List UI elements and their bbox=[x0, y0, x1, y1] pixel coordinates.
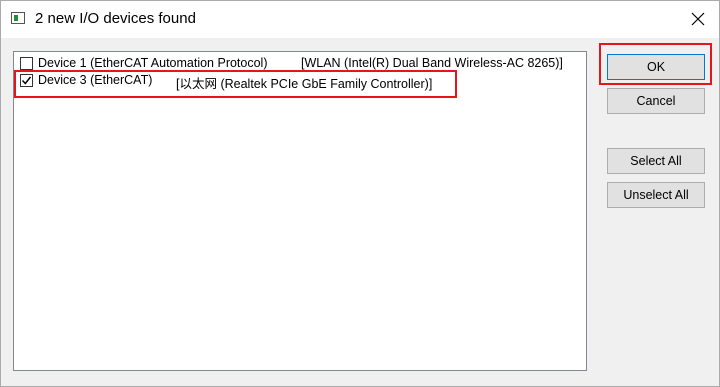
close-button[interactable] bbox=[685, 7, 711, 31]
dialog-title: 2 new I/O devices found bbox=[35, 10, 196, 27]
device-3-highlight-box bbox=[14, 70, 457, 98]
dialog-window: 2 new I/O devices found Device 1 (EtherC… bbox=[0, 0, 720, 387]
device-1-checkbox[interactable] bbox=[20, 57, 33, 70]
cancel-button[interactable]: Cancel bbox=[607, 88, 705, 114]
select-all-button[interactable]: Select All bbox=[607, 148, 705, 174]
device-1-adapter: [WLAN (Intel(R) Dual Band Wireless-AC 82… bbox=[301, 56, 563, 70]
title-bar: 2 new I/O devices found bbox=[1, 1, 719, 38]
device-list[interactable]: Device 1 (EtherCAT Automation Protocol) … bbox=[13, 51, 587, 371]
unselect-all-button[interactable]: Unselect All bbox=[607, 182, 705, 208]
device-1-name: Device 1 (EtherCAT Automation Protocol) bbox=[38, 56, 268, 70]
close-icon bbox=[691, 12, 705, 26]
ok-highlight-box bbox=[599, 43, 712, 85]
app-icon bbox=[11, 12, 25, 24]
